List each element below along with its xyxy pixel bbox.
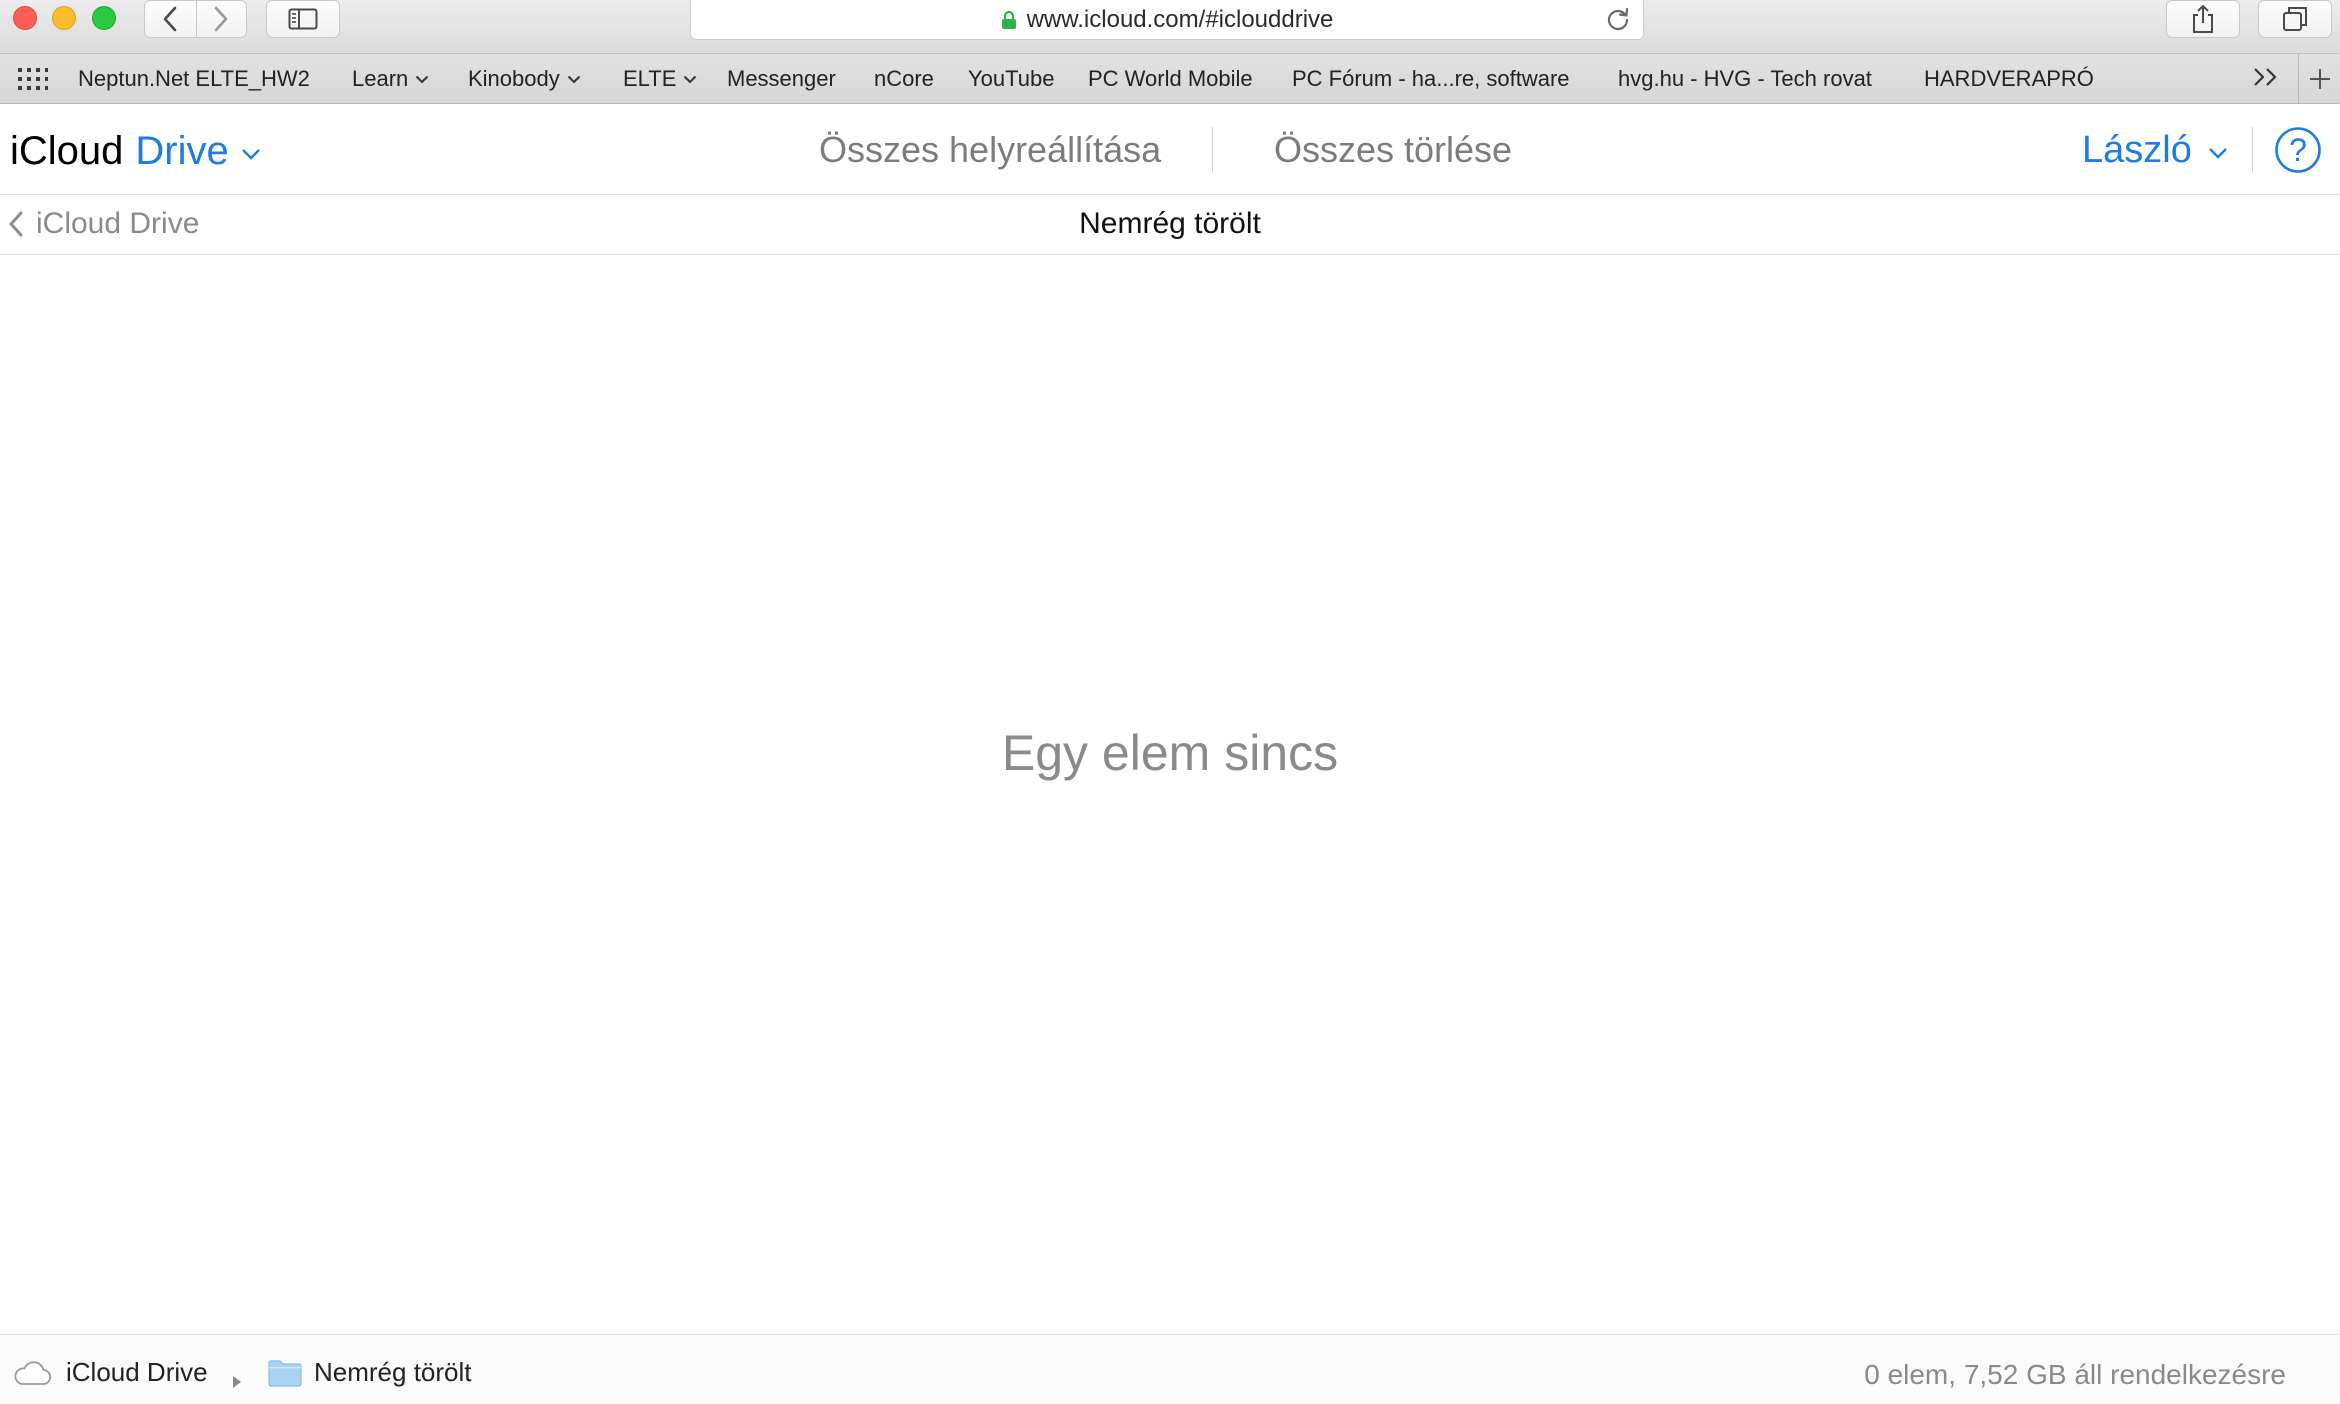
back-button[interactable]: [145, 1, 196, 37]
lock-icon: [1001, 10, 1016, 29]
bookmark-ncore[interactable]: nCore: [874, 66, 934, 92]
chevron-down-icon: [2208, 147, 2227, 159]
back-arrow-icon: [163, 6, 177, 32]
breadcrumb-icloud-drive[interactable]: iCloud Drive: [12, 1357, 208, 1388]
new-tab-button[interactable]: [2298, 54, 2340, 104]
sub-header: iCloud Drive Nemrég törölt: [0, 195, 2340, 255]
zoom-window-icon[interactable]: [92, 6, 116, 30]
reload-button[interactable]: [1605, 6, 1631, 39]
sidebar-icon: [288, 8, 318, 30]
bookmark-pc-world-mobile[interactable]: PC World Mobile: [1088, 66, 1253, 92]
user-menu[interactable]: László: [2082, 129, 2228, 172]
tabs-overview-button[interactable]: [2258, 0, 2332, 38]
cloud-icon: [14, 1360, 52, 1385]
status-footer: iCloud Drive Nemrég törölt 0 elem, 7,52 …: [0, 1334, 2340, 1404]
bookmark-neptun[interactable]: Neptun.Net ELTE_HW2: [78, 66, 310, 92]
bookmark-youtube[interactable]: YouTube: [968, 66, 1054, 92]
chevron-down-icon: [416, 75, 429, 83]
header-divider: [1212, 127, 1213, 173]
minimize-window-icon[interactable]: [52, 6, 76, 30]
sidebar-button[interactable]: [266, 0, 340, 38]
bookmark-kinobody[interactable]: Kinobody: [468, 66, 581, 92]
forward-button[interactable]: [195, 1, 247, 37]
bookmark-messenger[interactable]: Messenger: [727, 66, 836, 92]
delete-all-button[interactable]: Összes törlése: [1274, 129, 1512, 171]
page-title: Nemrég törölt: [1079, 207, 1261, 240]
bookmark-pc-forum[interactable]: PC Fórum - ha...re, software: [1292, 66, 1570, 92]
bookmark-learn[interactable]: Learn: [352, 66, 429, 92]
breadcrumb-nemreg-torolt[interactable]: Nemrég törölt: [268, 1357, 472, 1388]
restore-all-button[interactable]: Összes helyreállítása: [819, 129, 1161, 171]
forward-arrow-icon: [214, 6, 228, 32]
chevron-down-icon: [684, 75, 697, 83]
folder-icon: [268, 1359, 302, 1387]
app-switcher[interactable]: iCloud Drive: [10, 129, 261, 174]
header-divider: [2252, 127, 2253, 173]
storage-status: 0 elem, 7,52 GB áll rendelkezésre: [1864, 1359, 2286, 1390]
help-button[interactable]: ?: [2274, 126, 2322, 179]
brand-icloud: iCloud: [10, 129, 124, 173]
tabs-overview-icon: [2283, 7, 2307, 31]
address-text: www.icloud.com/#iclouddrive: [1026, 5, 1334, 33]
brand-drive: Drive: [135, 129, 229, 173]
plus-icon: [2309, 69, 2330, 89]
breadcrumb-separator-icon: [232, 1365, 242, 1396]
reload-icon: [1607, 7, 1629, 31]
app-header: iCloud Drive Összes helyreállítása Össze…: [0, 105, 2340, 195]
bookmarks-bar: Neptun.Net ELTE_HW2 Learn Kinobody ELTE …: [0, 54, 2340, 104]
address-bar[interactable]: www.icloud.com/#iclouddrive: [690, 0, 1644, 40]
user-name: László: [2082, 129, 2192, 171]
double-chevron-right-icon[interactable]: [2252, 66, 2280, 94]
empty-state-message: Egy elem sincs: [1001, 725, 1339, 781]
share-button[interactable]: [2166, 0, 2240, 38]
bookmark-elte[interactable]: ELTE: [623, 66, 697, 92]
chevron-down-icon: [567, 75, 580, 83]
help-icon: ?: [2275, 127, 2321, 173]
browser-toolbar: www.icloud.com/#iclouddrive: [0, 0, 2340, 54]
bookmark-hardverapro[interactable]: HARDVERAPRÓ: [1924, 66, 2094, 92]
close-window-icon[interactable]: [13, 6, 37, 30]
share-icon: [2193, 5, 2213, 33]
bookmark-hvg[interactable]: hvg.hu - HVG - Tech rovat: [1618, 66, 1872, 92]
breadcrumb-current-label: Nemrég törölt: [314, 1357, 472, 1387]
chevron-down-icon: [241, 148, 260, 160]
apps-grid-icon[interactable]: [18, 68, 48, 96]
navigation-buttons: [144, 0, 247, 38]
breadcrumb-root-label: iCloud Drive: [66, 1357, 208, 1387]
svg-text:?: ?: [2289, 132, 2307, 168]
